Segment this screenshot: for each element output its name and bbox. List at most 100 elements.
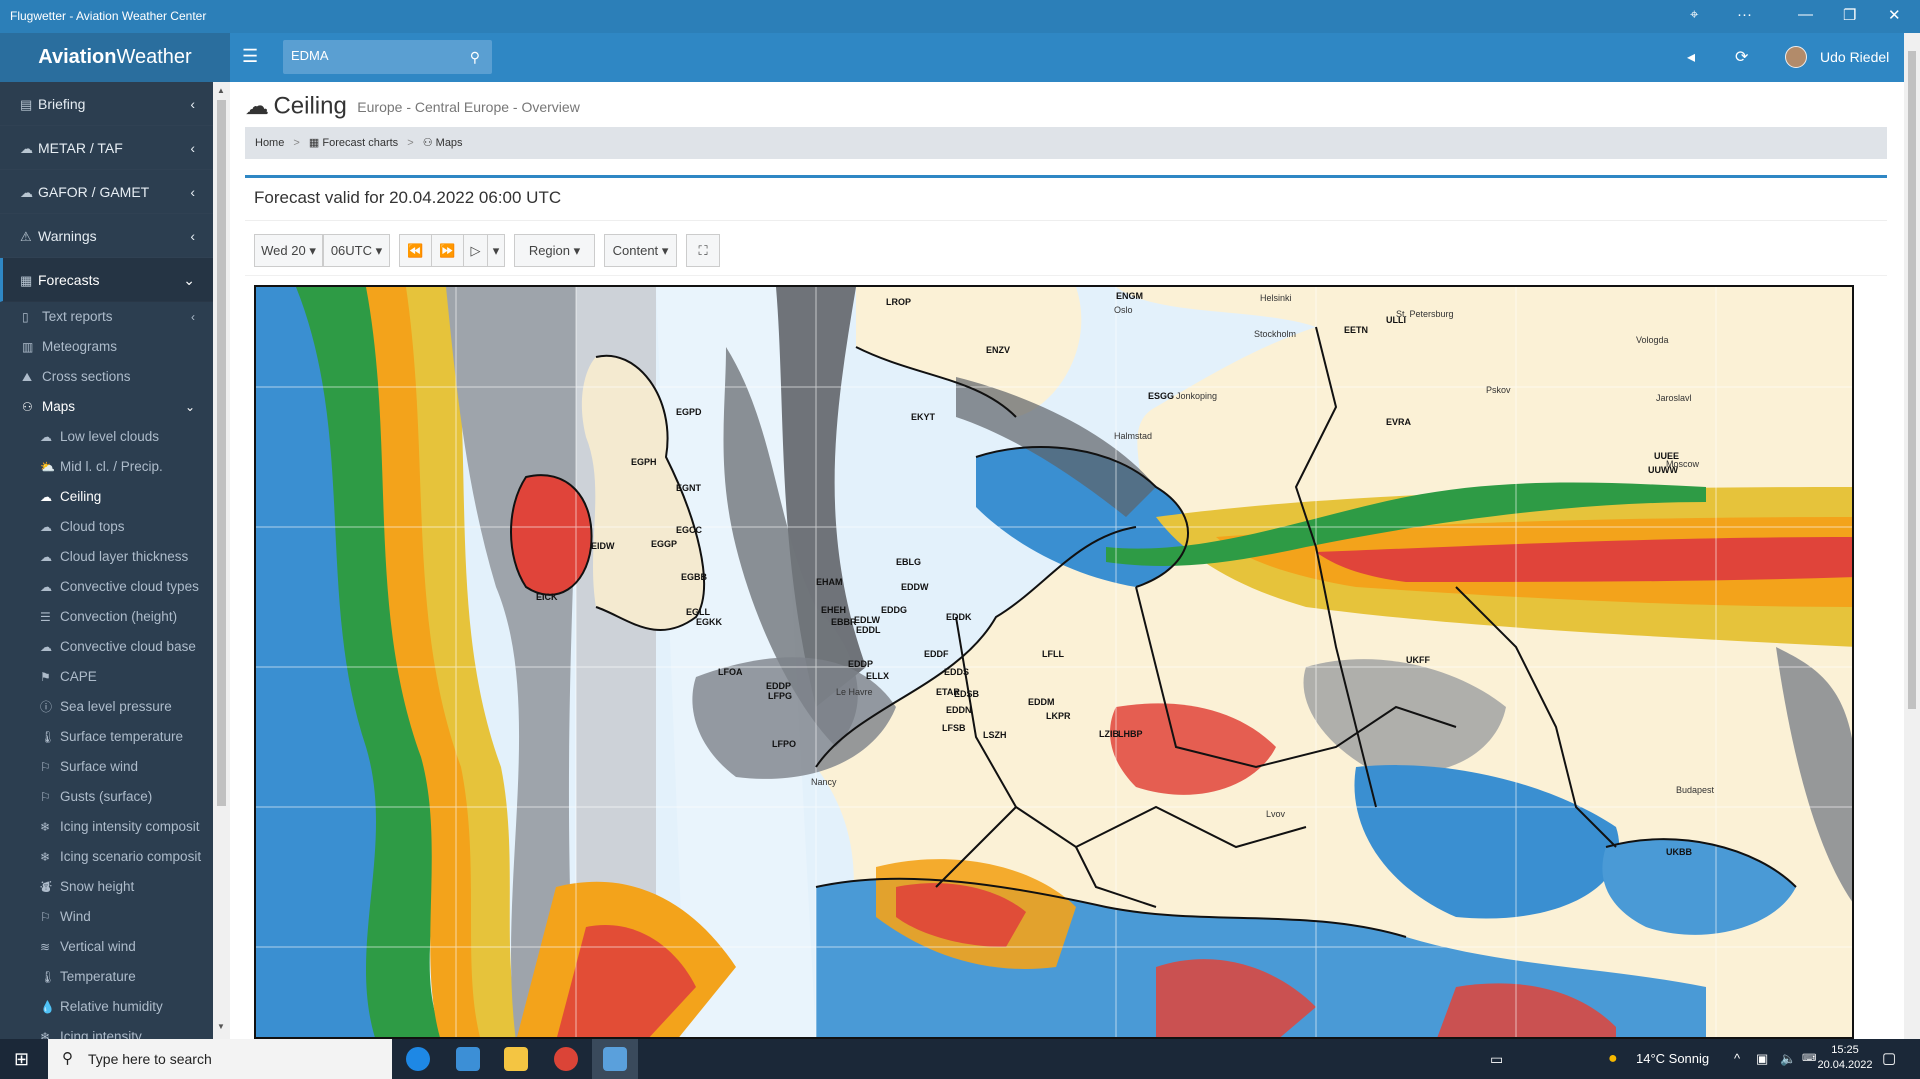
rewind-icon: ⏪ (407, 243, 424, 258)
sidebar-map-item[interactable]: ❄ Icing intensity (0, 1022, 213, 1039)
sidebar-map-item[interactable]: ⓘ Sea level pressure (0, 692, 213, 722)
sidebar-map-item[interactable]: ☁ Convective cloud types (0, 572, 213, 602)
sidebar-map-item[interactable]: ☁ Convective cloud base (0, 632, 213, 662)
avatar[interactable] (1785, 46, 1807, 68)
sidebar-map-item[interactable]: ⛇ Snow height (0, 872, 213, 902)
more-icon[interactable]: ··· (1737, 6, 1752, 23)
sidebar-subitem-maps[interactable]: ⚇ Maps ⌄ (0, 392, 213, 422)
taskbar-search[interactable]: ⚲ Type here to search (48, 1039, 392, 1079)
close-button[interactable]: ✕ (1888, 6, 1901, 24)
sidebar-item-label: Warnings (38, 228, 97, 244)
hamburger-menu-icon[interactable]: ☰ (242, 46, 258, 67)
sidebar-map-item[interactable]: ⚐ Wind (0, 902, 213, 932)
active-app-highlight[interactable] (592, 1039, 638, 1079)
day-select[interactable]: Wed 20 ▾ (254, 234, 323, 267)
sidebar-subitem-meteograms[interactable]: ▥ Meteograms (0, 332, 213, 362)
sidebar-subitem-cross-sections[interactable]: ⛰ Cross sections (0, 362, 213, 392)
map-label: LROP (886, 297, 912, 307)
content-dropdown[interactable]: Content ▾ (604, 234, 677, 267)
map-label: EKYT (911, 412, 936, 422)
volume-icon[interactable]: 🔈 (1780, 1039, 1796, 1079)
sidebar-item-label: Convective cloud types (60, 579, 199, 594)
caret-down-icon: ▾ (661, 243, 669, 258)
search-box[interactable]: ⚲ (283, 40, 492, 74)
location-icon[interactable]: ⌖ (1690, 6, 1698, 23)
maximize-button[interactable]: ❐ (1843, 6, 1856, 24)
user-name[interactable]: Udo Riedel (1820, 49, 1889, 65)
notification-icon[interactable]: ▢ (1882, 1039, 1896, 1079)
edge-icon[interactable] (406, 1047, 430, 1071)
scrollbar-thumb[interactable] (1908, 51, 1916, 709)
step-forward-button[interactable]: ⏩ (431, 234, 464, 267)
clock[interactable]: 15:25 20.04.2022 (1815, 1043, 1875, 1073)
sidebar-map-item[interactable]: ☁ Cloud layer thickness (0, 542, 213, 572)
scroll-up-icon[interactable]: ▲ (217, 86, 225, 95)
main-scrollbar[interactable] (1904, 33, 1920, 1039)
main-content: ☁ Ceiling Europe - Central Europe - Over… (230, 82, 1904, 1045)
map-label: Jonkoping (1176, 391, 1218, 401)
scroll-down-icon[interactable]: ▼ (217, 1022, 225, 1031)
minimize-button[interactable]: — (1798, 6, 1813, 23)
map-label: Stockholm (1254, 329, 1297, 339)
panel-title: Forecast valid for 20.04.2022 06:00 UTC (254, 188, 562, 207)
tray-up-icon[interactable]: ^ (1734, 1039, 1740, 1079)
map-label: EETN (1344, 325, 1369, 335)
play-button[interactable]: ▷ (463, 234, 488, 267)
chrome-icon[interactable] (554, 1047, 578, 1071)
sidebar-map-item[interactable]: ⛅ Mid l. cl. / Precip. (0, 452, 213, 482)
sidebar-map-item[interactable]: ⚐ Surface wind (0, 752, 213, 782)
mail-icon[interactable] (456, 1047, 480, 1071)
breadcrumb-forecast-charts[interactable]: Forecast charts (322, 137, 398, 149)
sidebar-item-briefing[interactable]: ▤ Briefing ‹ (0, 82, 213, 126)
sidebar-item-warnings[interactable]: ⚠ Warnings ‹ (0, 214, 213, 258)
windows-start-icon[interactable]: ⊞ (14, 1049, 29, 1070)
sidebar-item-label: Surface wind (60, 759, 139, 774)
map-label: Jaroslavl (1656, 393, 1692, 403)
logo[interactable]: AviationWeather (0, 33, 230, 82)
step-back-button[interactable]: ⏪ (399, 234, 432, 267)
sidebar-map-item[interactable]: ❄ Icing intensity composit (0, 812, 213, 842)
taskbar: ⊞ ⚲ Type here to search ▭ ● 14°C Sonnig … (0, 1039, 1920, 1079)
refresh-icon[interactable]: ⟳ (1735, 47, 1748, 67)
caret-down-icon: ▾ (492, 243, 500, 258)
scrollbar-thumb[interactable] (217, 100, 226, 806)
sidebar-map-item[interactable]: ☰ Convection (height) (0, 602, 213, 632)
flugwetter-app-icon[interactable] (603, 1047, 627, 1071)
play-options-dropdown[interactable]: ▾ (487, 234, 505, 267)
sidebar-map-item[interactable]: 🌡 Surface temperature (0, 722, 213, 752)
keyboard-icon[interactable]: ▭ (1490, 1039, 1503, 1079)
sidebar-map-item[interactable]: ☁ Cloud tops (0, 512, 213, 542)
map-type-icon: ⓘ (40, 700, 53, 714)
collapse-left-icon[interactable]: ◂ (1687, 47, 1695, 67)
network-icon[interactable]: ▣ (1756, 1039, 1768, 1079)
map-label: EGKK (696, 617, 723, 627)
search-input[interactable] (291, 48, 451, 63)
sidebar-map-item[interactable]: ❄ Icing scenario composit (0, 842, 213, 872)
breadcrumb-forecast-icon: ▦ (308, 137, 323, 149)
sidebar-map-item[interactable]: ⚑ CAPE (0, 662, 213, 692)
sidebar-subitem-text-reports[interactable]: ▯ Text reports ‹ (0, 302, 213, 332)
sidebar-scrollbar[interactable]: ▲ ▼ (213, 82, 230, 1039)
sidebar-map-item[interactable]: 💧 Relative humidity (0, 992, 213, 1022)
sidebar-map-item[interactable]: ⚐ Gusts (surface) (0, 782, 213, 812)
ceiling-map[interactable]: ENGM Oslo ENZV ESGG Jonkoping Halmstad Stockho… (254, 285, 1854, 1039)
fullscreen-button[interactable]: ⛶ (686, 234, 720, 267)
map-label: LFPO (772, 739, 796, 749)
file-explorer-icon[interactable] (504, 1047, 528, 1071)
weather-text[interactable]: 14°C Sonnig (1636, 1039, 1709, 1079)
region-dropdown[interactable]: Region ▾ (514, 234, 595, 267)
sidebar-item-gafor-gamet[interactable]: ☁ GAFOR / GAMET ‹ (0, 170, 213, 214)
sidebar-item-forecasts[interactable]: ▦ Forecasts ⌄ (0, 258, 213, 302)
breadcrumb-separator: > (407, 137, 414, 149)
sidebar-map-item[interactable]: ≋ Vertical wind (0, 932, 213, 962)
breadcrumb-maps[interactable]: Maps (436, 137, 463, 149)
breadcrumb-home[interactable]: Home (255, 137, 284, 149)
doc-icon: ▯ (22, 310, 29, 324)
sidebar-map-item[interactable]: ☁ Ceiling (0, 482, 213, 512)
time-select[interactable]: 06UTC ▾ (323, 234, 390, 267)
sidebar-item-label: GAFOR / GAMET (38, 184, 150, 200)
sidebar-map-item[interactable]: ☁ Low level clouds (0, 422, 213, 452)
search-icon[interactable]: ⚲ (470, 49, 480, 66)
sidebar-map-item[interactable]: 🌡 Temperature (0, 962, 213, 992)
sidebar-item-metar-taf[interactable]: ☁ METAR / TAF ‹ (0, 126, 213, 170)
